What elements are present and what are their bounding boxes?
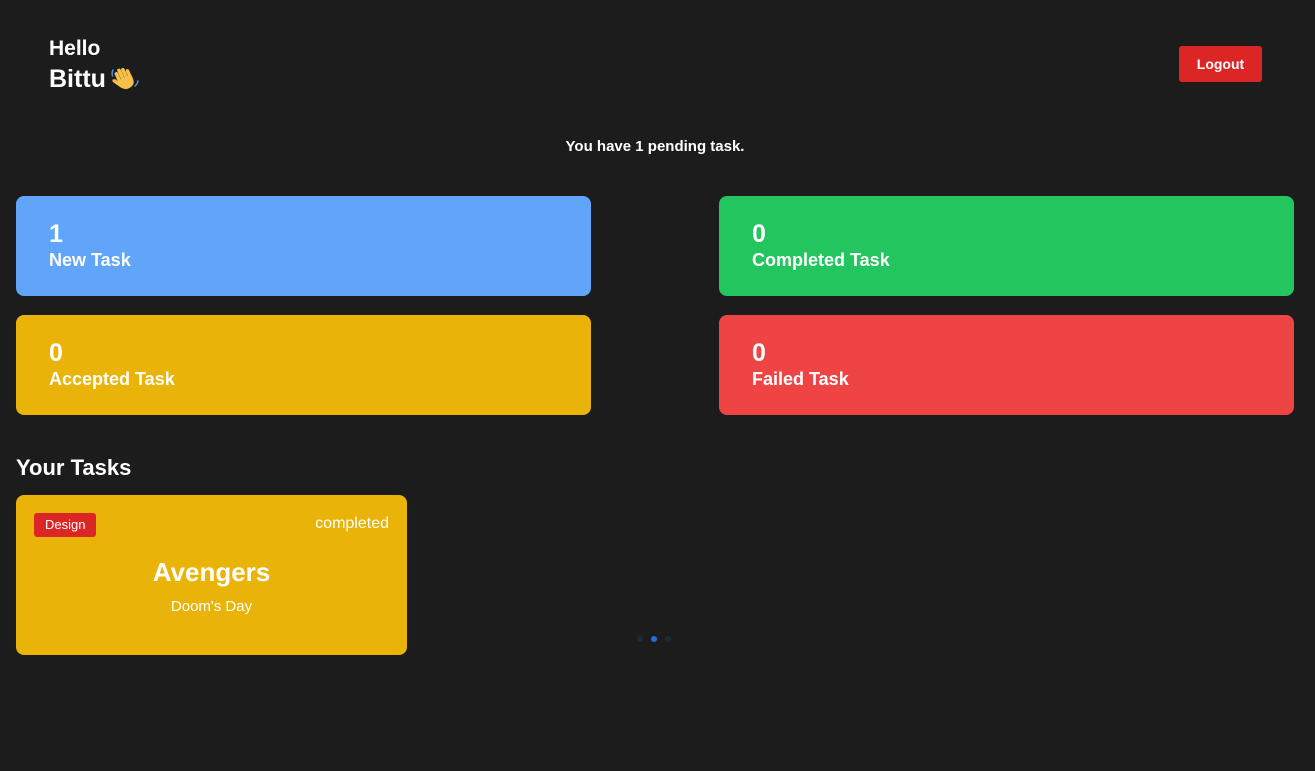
task-title: Avengers — [152, 557, 271, 587]
loading-indicator — [637, 635, 673, 643]
greeting: Hello Bittu — [49, 36, 140, 94]
stat-card-accepted-task: 0 Accepted Task — [16, 315, 591, 415]
user-name: Bittu — [49, 65, 106, 93]
stat-card-completed-task: 0 Completed Task — [719, 196, 1294, 296]
failed-task-count: 0 — [752, 339, 766, 367]
task-card[interactable]: Design completed Avengers Doom's Day — [16, 495, 407, 655]
accepted-task-label: Accepted Task — [49, 369, 175, 389]
loader-dot-active — [651, 636, 657, 642]
completed-task-count: 0 — [752, 220, 766, 248]
task-status: completed — [315, 515, 389, 532]
your-tasks-heading: Your Tasks — [16, 455, 132, 480]
greeting-hello: Hello — [49, 37, 101, 60]
loader-dot — [665, 636, 671, 642]
employee-dashboard: Hello Bittu Logout You have 1 pending ta… — [0, 0, 1315, 771]
completed-task-label: Completed Task — [752, 250, 890, 270]
pending-task-message: You have 1 pending task. — [565, 138, 745, 155]
loader-dot — [637, 636, 643, 642]
new-task-count: 1 — [49, 220, 63, 248]
waving-hand-icon — [110, 64, 140, 94]
logout-button[interactable]: Logout — [1179, 46, 1262, 82]
failed-task-label: Failed Task — [752, 369, 849, 389]
greeting-name-row: Bittu — [49, 64, 140, 94]
task-category-badge: Design — [34, 513, 97, 537]
task-description: Doom's Day — [170, 598, 253, 615]
stat-card-new-task: 1 New Task — [16, 196, 591, 296]
stat-card-failed-task: 0 Failed Task — [719, 315, 1294, 415]
new-task-label: New Task — [49, 250, 131, 270]
accepted-task-count: 0 — [49, 339, 63, 367]
